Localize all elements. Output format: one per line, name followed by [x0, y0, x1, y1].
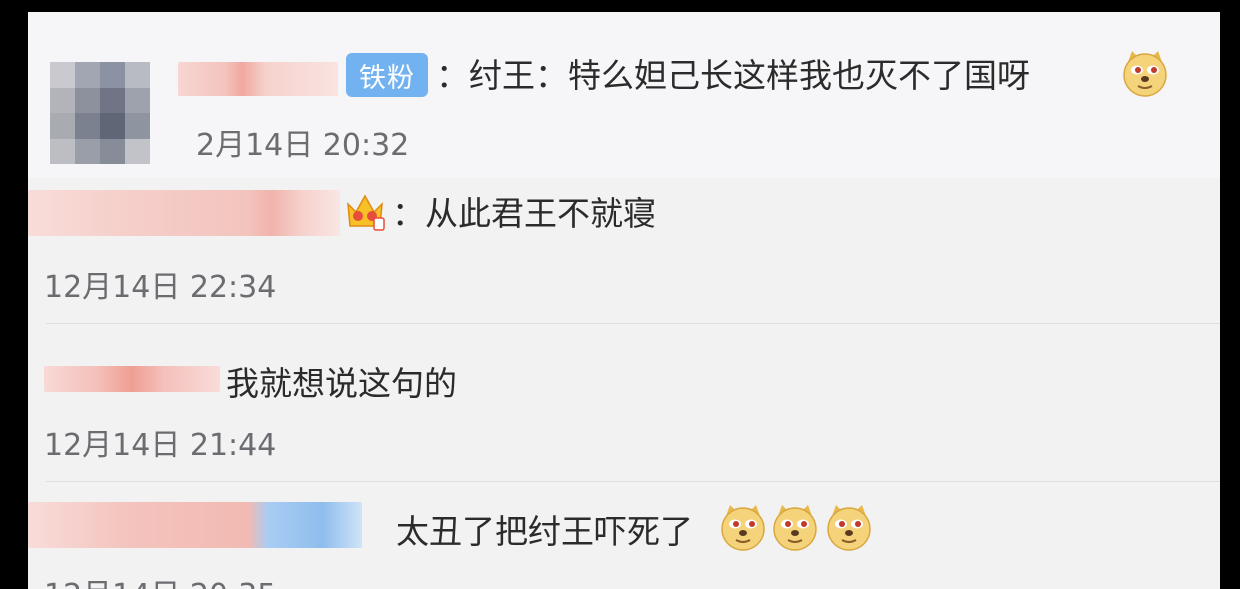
comment-item: 太丑了把纣王吓死了 12月14日 20:35: [28, 482, 1220, 589]
comment-time: 12月14日 21:44: [44, 428, 277, 463]
doge-icon: [1123, 51, 1167, 97]
doge-icon: [827, 505, 871, 551]
comment-text: ：从此君王不就寝: [392, 194, 656, 233]
comment-item: 铁粉 ：纣王：特么妲己长这样我也灭不了国呀 2月14日 20:32: [28, 12, 1220, 178]
avatar[interactable]: [50, 62, 150, 164]
username-blurred[interactable]: [44, 366, 220, 392]
comment-time: 12月14日 22:34: [44, 270, 277, 305]
comment-item: ：从此君王不就寝 12月14日 22:34: [28, 178, 1220, 324]
username-blurred[interactable]: [28, 502, 362, 548]
comment-text: 我就想说这句的: [226, 364, 457, 403]
comment-time: 12月14日 20:35: [44, 578, 276, 589]
username-blurred[interactable]: [178, 62, 338, 96]
crown-vip-icon: [347, 194, 385, 231]
username-blurred[interactable]: [28, 190, 340, 236]
comment-time: 2月14日 20:32: [196, 128, 410, 163]
comment-thread: 铁粉 ：纣王：特么妲己长这样我也灭不了国呀 2月14日 20:32 ：从此君王不…: [28, 12, 1220, 589]
comment-text: ：纣王：特么妲己长这样我也灭不了国呀: [436, 56, 1030, 95]
doge-icon: [773, 505, 817, 551]
comment-item: 我就想说这句的 12月14日 21:44: [28, 324, 1220, 482]
comment-text: 太丑了把纣王吓死了: [396, 512, 693, 551]
doge-icon: [721, 505, 765, 551]
fan-badge[interactable]: 铁粉: [346, 53, 428, 97]
